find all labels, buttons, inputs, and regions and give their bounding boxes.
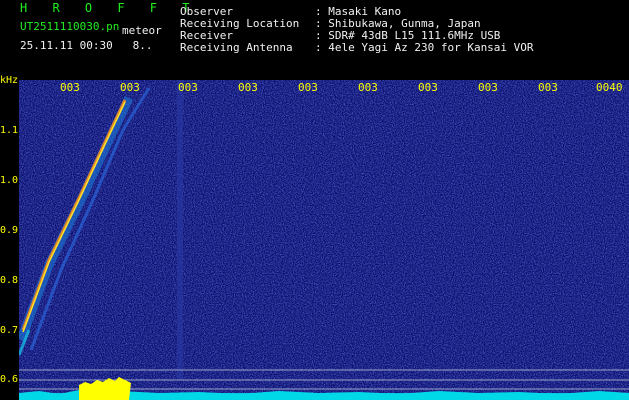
value-antenna: : 4ele Yagi Az 230 for Kansai VOR xyxy=(315,41,534,54)
x-tick: 003 xyxy=(120,81,140,94)
x-tick: 003 xyxy=(418,81,438,94)
x-tick: 0040 xyxy=(596,81,623,94)
spectrogram-panel xyxy=(19,80,629,400)
label-antenna: Receiving Antenna xyxy=(180,41,293,54)
y-tick-0-6: 0.6 xyxy=(0,374,19,385)
file-name: UT2511110030.pn xyxy=(20,20,120,33)
x-tick: 003 xyxy=(358,81,378,94)
y-tick-0-8: 0.8 xyxy=(0,275,19,286)
x-tick: 003 xyxy=(538,81,558,94)
frequency-unit: kHz xyxy=(0,75,19,86)
x-tick: 003 xyxy=(478,81,498,94)
y-tick-1-0: 1.0 xyxy=(0,175,19,186)
spectrogram-image xyxy=(19,80,629,400)
x-tick: 003 xyxy=(238,81,258,94)
y-tick-0-7: 0.7 xyxy=(0,325,19,336)
x-tick: 003 xyxy=(60,81,80,94)
x-tick: 003 xyxy=(298,81,318,94)
y-tick-0-9: 0.9 xyxy=(0,225,19,236)
y-tick-1-1: 1.1 xyxy=(0,125,19,136)
capture-datetime: 25.11.11 00:30 8.. xyxy=(20,39,153,52)
header-panel: H R O F F T UT2511110030.pn meteor 25.11… xyxy=(0,0,629,78)
app-brand: H R O F F T xyxy=(20,1,199,15)
detection-tag: meteor xyxy=(122,24,162,37)
x-tick: 003 xyxy=(178,81,198,94)
